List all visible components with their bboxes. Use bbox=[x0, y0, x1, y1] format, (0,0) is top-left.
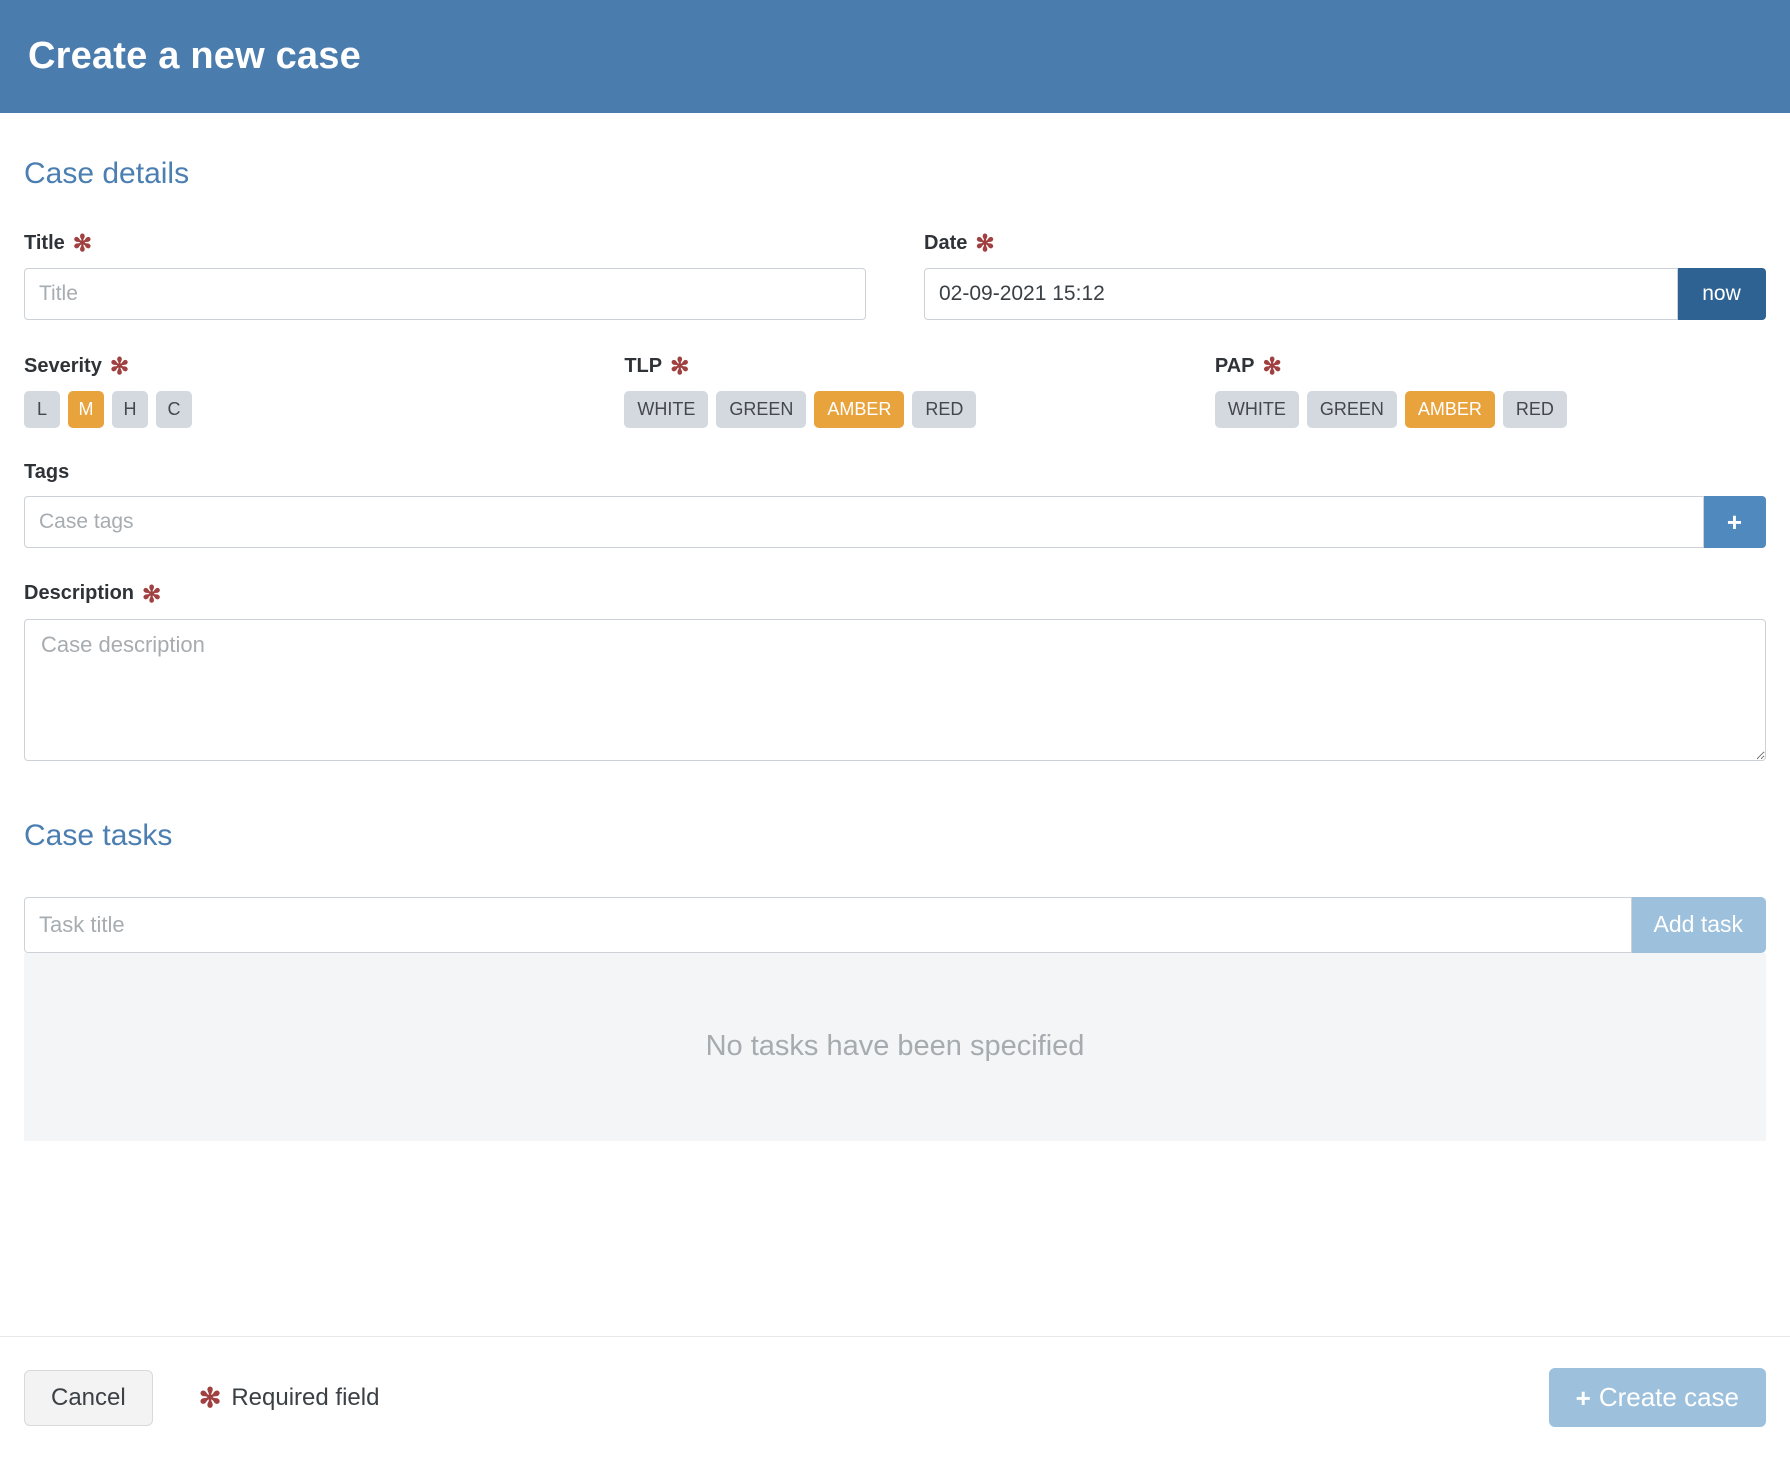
tags-field-group: Tags + bbox=[24, 462, 1766, 548]
pap-option-amber[interactable]: AMBER bbox=[1404, 391, 1495, 428]
severity-label: Severity ✻ bbox=[24, 353, 624, 379]
title-label-text: Title bbox=[24, 231, 65, 254]
modal-body: Case details Title ✻ Date ✻ now bbox=[0, 113, 1790, 1336]
date-label-text: Date bbox=[924, 231, 968, 254]
modal-footer: Cancel ✻ Required field + Create case bbox=[0, 1336, 1790, 1458]
required-asterisk-icon: ✻ bbox=[142, 580, 162, 607]
task-title-input[interactable] bbox=[24, 896, 1632, 953]
date-input[interactable] bbox=[924, 268, 1678, 320]
pap-label: PAP ✻ bbox=[1214, 353, 1766, 379]
severity-option-l[interactable]: L bbox=[24, 391, 60, 428]
pap-options: WHITE GREEN AMBER RED bbox=[1214, 391, 1766, 428]
description-field-group: Description ✻ bbox=[24, 582, 1766, 761]
date-field-group: Date ✻ now bbox=[924, 231, 1766, 320]
cancel-button[interactable]: Cancel bbox=[24, 1369, 153, 1426]
required-asterisk-icon: ✻ bbox=[670, 353, 690, 379]
pap-option-green[interactable]: GREEN bbox=[1306, 391, 1397, 428]
tlp-option-white[interactable]: WHITE bbox=[624, 391, 709, 428]
required-asterisk-icon: ✻ bbox=[72, 230, 93, 256]
tlp-option-green[interactable]: GREEN bbox=[716, 391, 807, 428]
severity-label-text: Severity bbox=[24, 354, 102, 377]
task-input-group: Add task bbox=[24, 896, 1766, 953]
plus-icon: + bbox=[1726, 506, 1743, 537]
required-field-label: Required field bbox=[231, 1383, 380, 1411]
modal-header: Create a new case bbox=[0, 0, 1790, 113]
pap-label-text: PAP bbox=[1214, 354, 1255, 377]
date-label: Date ✻ bbox=[924, 230, 1766, 256]
tlp-label: TLP ✻ bbox=[624, 353, 1215, 379]
pap-field-group: PAP ✻ WHITE GREEN AMBER RED bbox=[1214, 353, 1766, 428]
tasks-empty-state: No tasks have been specified bbox=[24, 952, 1766, 1141]
description-label: Description ✻ bbox=[24, 582, 1766, 605]
date-now-button[interactable]: now bbox=[1678, 268, 1766, 320]
title-date-row: Title ✻ Date ✻ now bbox=[24, 231, 1766, 320]
tags-label-text: Tags bbox=[24, 460, 70, 483]
classification-row: Severity ✻ L M H C TLP ✻ WHITE GREEN AMB… bbox=[24, 354, 1766, 428]
tasks-empty-message: No tasks have been specified bbox=[705, 1030, 1085, 1063]
plus-icon: + bbox=[1575, 1382, 1591, 1413]
tlp-field-group: TLP ✻ WHITE GREEN AMBER RED bbox=[624, 354, 1215, 428]
description-textarea[interactable] bbox=[24, 618, 1766, 761]
tags-input[interactable] bbox=[24, 495, 1704, 548]
tlp-label-text: TLP bbox=[624, 354, 663, 377]
tlp-option-amber[interactable]: AMBER bbox=[814, 391, 905, 428]
severity-option-c[interactable]: C bbox=[156, 391, 192, 428]
section-heading-case-tasks: Case tasks bbox=[24, 818, 173, 852]
title-field-group: Title ✻ bbox=[24, 231, 866, 320]
page-title: Create a new case bbox=[28, 35, 361, 77]
tlp-option-red[interactable]: RED bbox=[912, 391, 977, 428]
required-asterisk-icon: ✻ bbox=[975, 230, 995, 256]
severity-option-m[interactable]: M bbox=[68, 391, 104, 428]
create-case-button[interactable]: + Create case bbox=[1548, 1368, 1766, 1427]
section-heading-case-details: Case details bbox=[24, 157, 190, 190]
description-label-text: Description bbox=[24, 582, 135, 605]
required-asterisk-icon: ✻ bbox=[109, 353, 130, 379]
tags-label: Tags bbox=[24, 462, 1766, 482]
required-asterisk-icon: ✻ bbox=[1262, 353, 1282, 379]
tags-input-group: + bbox=[24, 495, 1766, 548]
title-label: Title ✻ bbox=[24, 230, 866, 256]
pap-option-white[interactable]: WHITE bbox=[1214, 391, 1299, 428]
title-input[interactable] bbox=[24, 268, 866, 320]
required-field-note: ✻ Required field bbox=[199, 1384, 380, 1412]
pap-option-red[interactable]: RED bbox=[1502, 391, 1567, 428]
add-tag-button[interactable]: + bbox=[1704, 495, 1766, 548]
date-input-group: now bbox=[924, 268, 1766, 320]
severity-options: L M H C bbox=[24, 391, 624, 428]
required-asterisk-icon: ✻ bbox=[198, 1383, 222, 1413]
create-case-modal: Create a new case Case details Title ✻ D… bbox=[0, 0, 1790, 1458]
create-case-label: Create case bbox=[1598, 1382, 1739, 1412]
tlp-options: WHITE GREEN AMBER RED bbox=[624, 391, 1215, 428]
severity-option-h[interactable]: H bbox=[112, 391, 148, 428]
add-task-button[interactable]: Add task bbox=[1631, 896, 1766, 953]
severity-field-group: Severity ✻ L M H C bbox=[24, 354, 624, 428]
